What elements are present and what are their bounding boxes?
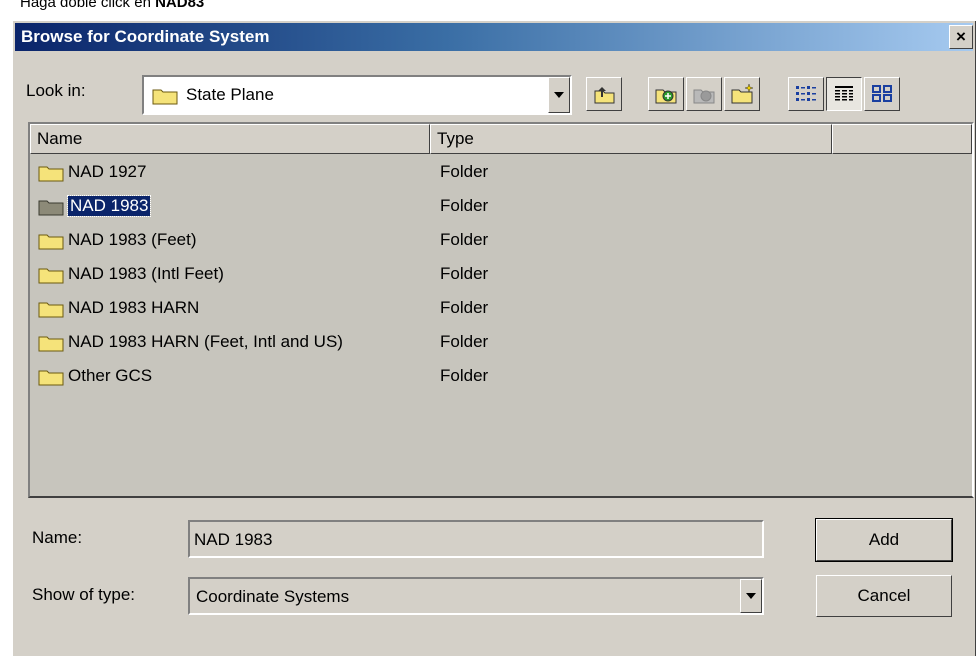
caption-bold: NAD83: [155, 0, 205, 11]
folder-icon: [38, 232, 64, 255]
caption-prefix: Haga doble click en: [20, 0, 156, 11]
list-item[interactable]: Other GCS Folder: [30, 360, 972, 394]
name-field-value: NAD 1983: [194, 530, 273, 549]
list-item-type: Folder: [440, 230, 489, 249]
look-in-label: Look in:: [26, 81, 86, 100]
list-item-type: Folder: [440, 332, 489, 351]
show-of-type-value: Coordinate Systems: [196, 587, 350, 606]
folder-icon: [38, 368, 64, 391]
dialog-title: Browse for Coordinate System: [21, 27, 270, 46]
look-in-dropdown-button[interactable]: [548, 77, 570, 113]
list-item[interactable]: NAD 1983 HARN (Feet, Intl and US) Folder: [30, 326, 972, 360]
close-button[interactable]: ×: [949, 25, 973, 49]
up-one-level-button[interactable]: [586, 77, 622, 111]
list-item-selected[interactable]: NAD 1983 Folder: [30, 190, 972, 224]
list-item-name: Other GCS: [68, 366, 153, 385]
cancel-button[interactable]: Cancel: [816, 575, 952, 617]
new-folder-icon: [731, 83, 754, 104]
thumbnails-icon: [872, 85, 892, 102]
folder-icon: [38, 198, 64, 221]
list-item-type: Folder: [440, 366, 489, 385]
column-header-type[interactable]: Type: [430, 124, 832, 154]
look-in-value: State Plane: [186, 85, 274, 104]
column-header-empty[interactable]: [832, 124, 972, 154]
instruction-caption: Haga doble click en NAD83: [20, 0, 204, 12]
name-field[interactable]: NAD 1983: [188, 520, 764, 558]
dialog-body: Look in: State Plane Name Type NAD 1927 …: [12, 55, 976, 655]
title-bar: Browse for Coordinate System ×: [15, 23, 973, 51]
list-item-type: Folder: [440, 196, 489, 215]
show-of-type-dropdown-button[interactable]: [740, 579, 762, 613]
show-of-type-label: Show of type:: [32, 585, 136, 604]
chevron-down-icon: [746, 593, 756, 599]
column-header-name[interactable]: Name: [30, 124, 430, 154]
connect-folder-icon: [655, 89, 677, 104]
list-item-name: NAD 1983 HARN: [68, 298, 200, 317]
folder-icon: [38, 300, 64, 323]
list-item-name: NAD 1983 HARN (Feet, Intl and US): [68, 332, 343, 351]
chevron-down-icon: [554, 92, 564, 98]
list-item-name: NAD 1983: [66, 195, 152, 217]
list-item-name: NAD 1983 (Feet): [68, 230, 197, 249]
look-in-combobox[interactable]: State Plane: [142, 75, 572, 115]
list-item-type: Folder: [440, 298, 489, 317]
folder-icon: [38, 334, 64, 357]
add-button[interactable]: Add: [815, 518, 953, 562]
list-item-type: Folder: [440, 162, 489, 181]
folder-icon: [152, 87, 178, 110]
new-folder-button[interactable]: [724, 77, 760, 111]
thumbnails-view-button[interactable]: [864, 77, 900, 111]
file-list[interactable]: Name Type NAD 1927 Folder NAD 1983 Folde…: [28, 122, 974, 498]
list-header: Name Type: [30, 124, 972, 154]
list-item[interactable]: NAD 1983 (Feet) Folder: [30, 224, 972, 258]
list-item-name: NAD 1983 (Intl Feet): [68, 264, 224, 283]
list-view-button[interactable]: [788, 77, 824, 111]
disconnect-folder-button[interactable]: [686, 77, 722, 111]
list-item-name: NAD 1927: [68, 162, 147, 181]
list-item-type: Folder: [440, 264, 489, 283]
browse-dialog: Browse for Coordinate System × Look in: …: [12, 20, 976, 656]
list-item[interactable]: NAD 1983 HARN Folder: [30, 292, 972, 326]
up-folder-icon: [594, 87, 615, 104]
show-of-type-select[interactable]: Coordinate Systems: [188, 577, 764, 615]
connect-to-folder-button[interactable]: [648, 77, 684, 111]
details-view-button[interactable]: [826, 77, 862, 111]
list-item[interactable]: NAD 1983 (Intl Feet) Folder: [30, 258, 972, 292]
disconnect-folder-icon: [693, 89, 715, 104]
details-view-icon: [835, 86, 853, 101]
folder-icon: [38, 266, 64, 289]
list-view-icon: [796, 86, 816, 101]
name-label: Name:: [32, 528, 83, 547]
list-item[interactable]: NAD 1927 Folder: [30, 156, 972, 190]
folder-icon: [38, 164, 64, 187]
